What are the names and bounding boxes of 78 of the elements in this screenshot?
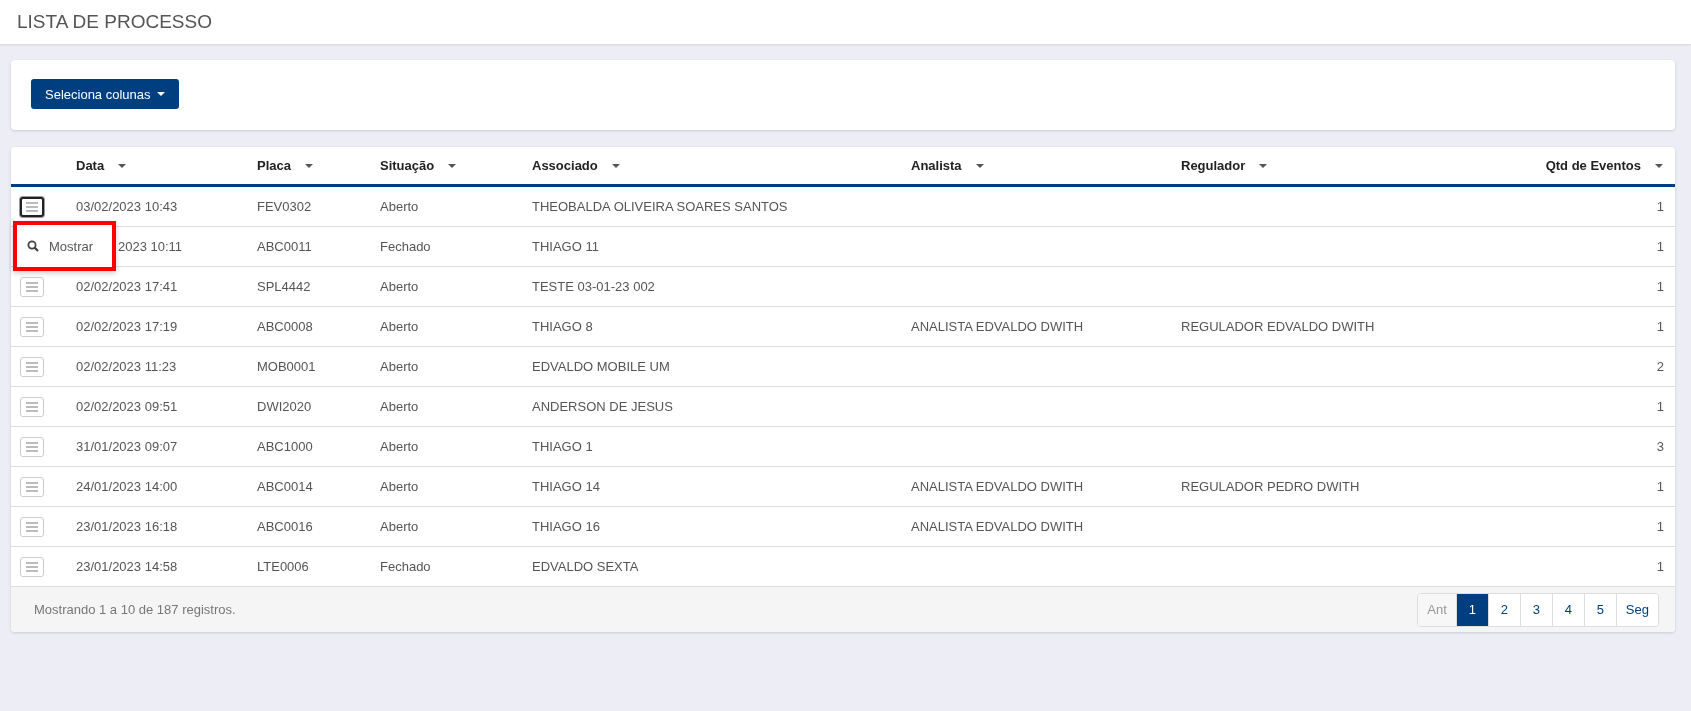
table-cell: 2023 10:11 — [118, 239, 183, 254]
column-header[interactable]: Analista — [911, 158, 1181, 173]
table-cell: THIAGO 1 — [532, 439, 593, 454]
table-cell: ABC0016 — [257, 519, 313, 534]
table-cell: REGULADOR PEDRO DWITH — [1181, 479, 1360, 494]
table-cell: Aberto — [380, 479, 419, 494]
table-cell: 1 — [1656, 399, 1664, 414]
sort-caret-icon — [118, 163, 127, 168]
column-header[interactable]: Data — [76, 158, 257, 173]
table-cell: 1 — [1656, 279, 1664, 294]
table-cell: ABC0014 — [257, 479, 313, 494]
table-cell: 23/01/2023 14:58 — [76, 559, 178, 574]
table-cell: Aberto — [380, 279, 419, 294]
row-menu-button[interactable] — [20, 196, 44, 217]
sort-caret-icon — [611, 163, 620, 168]
table-cell: 02/02/2023 17:41 — [76, 279, 178, 294]
table-cell: 1 — [1656, 199, 1664, 214]
sort-caret-icon — [448, 163, 457, 168]
table-cell: Fechado — [380, 559, 431, 574]
table-cell: 02/02/2023 09:51 — [76, 399, 178, 414]
table-cell: ABC0011 — [257, 239, 312, 254]
table-cell: ANALISTA EDVALDO DWITH — [911, 479, 1084, 494]
page-button[interactable]: 1 — [1455, 593, 1488, 626]
page-title: LISTA DE PROCESSO — [17, 11, 212, 33]
table-cell: THIAGO 16 — [532, 519, 600, 534]
table-cell: REGULADOR EDVALDO DWITH — [1181, 319, 1375, 334]
column-header[interactable]: Qtd de Eventos — [1481, 158, 1675, 173]
table-cell: 1 — [1656, 519, 1664, 534]
table-cell: 03/02/2023 10:43 — [76, 199, 178, 214]
table-cell: 1 — [1656, 479, 1664, 494]
table-cell: Aberto — [380, 519, 419, 534]
table-cell: MOB0001 — [257, 359, 316, 374]
table-cell: THIAGO 14 — [532, 479, 600, 494]
table-cell: LTE0006 — [257, 559, 309, 574]
sort-caret-icon — [1655, 163, 1663, 168]
table-cell: Aberto — [380, 439, 419, 454]
table-cell: Aberto — [380, 359, 419, 374]
table-cell: TESTE 03-01-23 002 — [532, 279, 655, 294]
table-cell: 02/02/2023 17:19 — [76, 319, 178, 334]
table-cell: FEV0302 — [257, 199, 312, 214]
records-summary: Mostrando 1 a 10 de 187 registros. — [34, 602, 236, 617]
table-cell: ABC1000 — [257, 439, 313, 454]
caret-icon — [156, 92, 165, 96]
column-header[interactable]: Placa — [257, 158, 380, 173]
table-cell: 1 — [1656, 319, 1664, 334]
select-columns-button[interactable]: Seleciona colunas — [31, 79, 179, 109]
table-cell: THIAGO 8 — [532, 319, 593, 334]
sort-caret-icon — [305, 163, 313, 168]
table-cell: 31/01/2023 09:07 — [76, 439, 178, 454]
table-cell: DWI2020 — [257, 399, 312, 414]
page-button[interactable]: Seg — [1615, 593, 1658, 626]
table-cell: ANALISTA EDVALDO DWITH — [911, 319, 1084, 334]
table-cell: SPL4442 — [257, 279, 311, 294]
table-cell: 24/01/2023 14:00 — [76, 479, 178, 494]
table-cell: THIAGO 11 — [532, 239, 599, 254]
table-cell: 3 — [1656, 439, 1664, 454]
table-cell: ANDERSON DE JESUS — [532, 399, 673, 414]
sort-caret-icon — [1259, 163, 1268, 168]
column-header[interactable]: Situação — [380, 158, 532, 173]
table-cell: Aberto — [380, 319, 419, 334]
table-cell: 02/02/2023 11:23 — [76, 359, 177, 374]
table-cell: Aberto — [380, 199, 419, 214]
table-cell: 1 — [1656, 239, 1664, 254]
menu-item[interactable]: Mostrar — [49, 238, 94, 254]
table-cell: 1 — [1656, 559, 1664, 574]
table-cell: 23/01/2023 16:18 — [76, 519, 178, 534]
table-cell: Fechado — [380, 239, 431, 254]
table-cell: ANALISTA EDVALDO DWITH — [911, 519, 1084, 534]
table-cell: THEOBALDA OLIVEIRA SOARES SANTOS — [532, 199, 788, 214]
table-cell: EDVALDO SEXTA — [532, 559, 639, 574]
column-header[interactable]: Regulador — [1181, 158, 1481, 173]
table-cell: 2 — [1656, 359, 1664, 374]
sort-caret-icon — [975, 163, 984, 168]
table-cell: EDVALDO MOBILE UM — [532, 359, 670, 374]
column-header[interactable]: Associado — [532, 158, 911, 173]
search-icon — [27, 240, 39, 252]
table-cell: Aberto — [380, 399, 419, 414]
table-cell: ABC0008 — [257, 319, 313, 334]
